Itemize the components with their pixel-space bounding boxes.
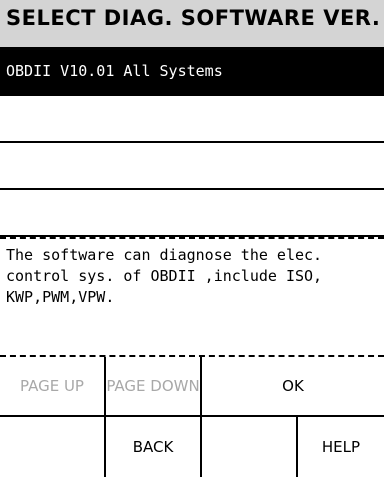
page-title: SELECT DIAG. SOFTWARE VER.: [6, 6, 381, 30]
help-button[interactable]: HELP: [298, 417, 384, 477]
list-item-label: OBDII V10.01 All Systems: [6, 62, 223, 80]
empty-button-slot: [202, 417, 298, 477]
empty-button-slot: [0, 417, 106, 477]
description-panel: The software can diagnose the elec. cont…: [0, 237, 384, 357]
list-item[interactable]: OBDII V10.01 All Systems: [0, 49, 384, 96]
list-item[interactable]: [0, 143, 384, 190]
description-text: The software can diagnose the elec. cont…: [6, 246, 323, 306]
button-bar: PAGE UP PAGE DOWN OK BACK HELP: [0, 357, 384, 477]
diag-screen: SELECT DIAG. SOFTWARE VER. OBDII V10.01 …: [0, 0, 384, 477]
ok-button[interactable]: OK: [202, 357, 384, 417]
list-item[interactable]: [0, 96, 384, 143]
software-version-list: OBDII V10.01 All Systems: [0, 49, 384, 237]
back-button[interactable]: BACK: [106, 417, 202, 477]
title-bar: SELECT DIAG. SOFTWARE VER.: [0, 0, 384, 49]
page-up-button[interactable]: PAGE UP: [0, 357, 106, 417]
list-item[interactable]: [0, 190, 384, 237]
page-down-button[interactable]: PAGE DOWN: [106, 357, 202, 417]
